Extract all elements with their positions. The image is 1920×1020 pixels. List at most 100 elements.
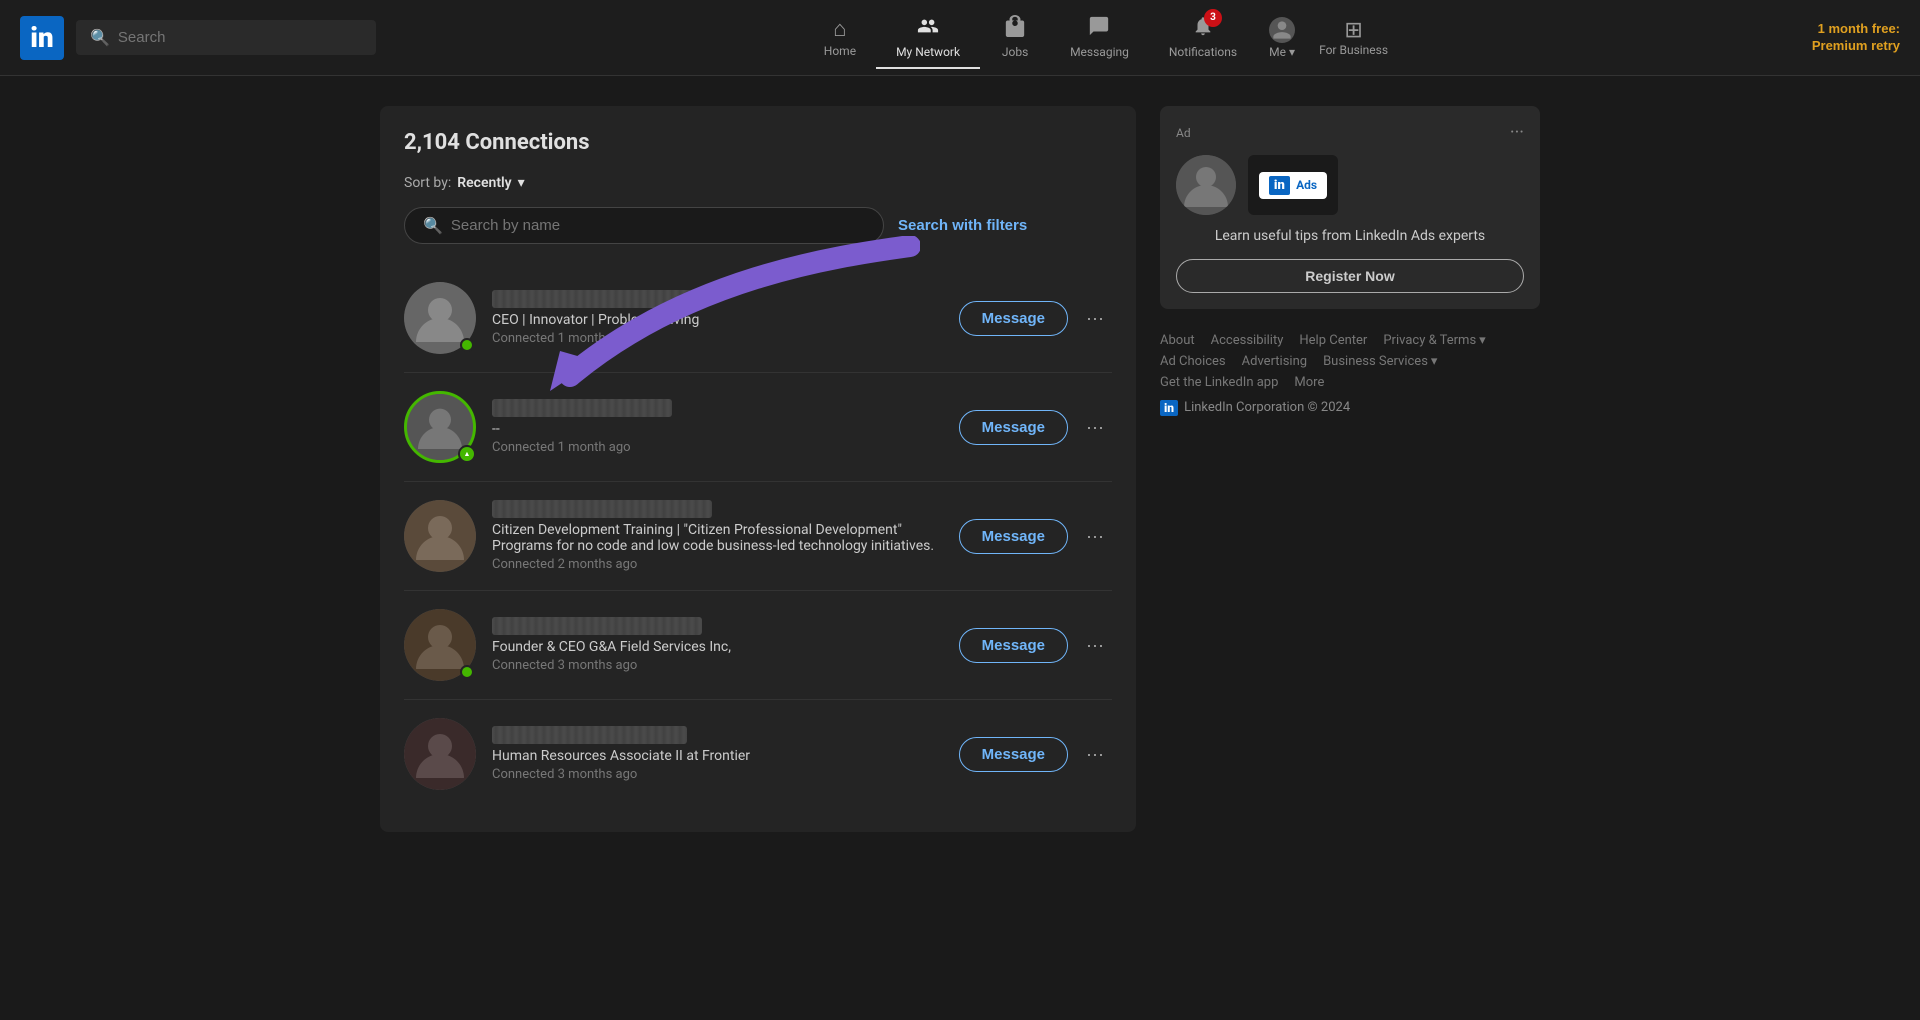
footer-copyright: LinkedIn Corporation © 2024	[1184, 400, 1350, 415]
footer-link-help-center[interactable]: Help Center	[1299, 333, 1367, 348]
name-row	[492, 726, 943, 744]
network-icon	[917, 15, 939, 43]
for-business-label: For Business	[1319, 43, 1388, 57]
ad-profile-avatar	[1176, 155, 1236, 215]
connection-name-blurred	[492, 500, 712, 518]
nav-item-messaging[interactable]: Messaging	[1050, 7, 1149, 69]
nav-right: 1 month free: Premium retry	[1804, 21, 1900, 55]
connection-actions: Message ···	[959, 737, 1112, 772]
avatar-wrap	[404, 609, 476, 681]
more-options-button[interactable]: ···	[1078, 413, 1112, 442]
online-indicator	[460, 665, 474, 679]
open-to-work-indicator: ▲	[458, 445, 476, 463]
ad-logo-box: in Ads	[1248, 155, 1338, 215]
footer-links-section: About Accessibility Help Center Privacy …	[1160, 325, 1540, 416]
search-box[interactable]: 🔍	[404, 207, 884, 244]
sort-chevron-icon: ▾	[518, 175, 525, 191]
ad-label: Ad	[1176, 126, 1191, 140]
message-button[interactable]: Message	[959, 410, 1068, 445]
nav-item-home-label: Home	[824, 44, 856, 58]
more-options-button[interactable]: ···	[1078, 522, 1112, 551]
connection-actions: Message ···	[959, 628, 1112, 663]
ad-more-button[interactable]: ···	[1510, 122, 1524, 143]
name-row	[492, 617, 943, 635]
bell-icon: 3	[1192, 15, 1214, 43]
grid-icon: ⊞	[1344, 18, 1362, 43]
connection-title: --	[492, 421, 943, 437]
connection-item: ▲ -- Connected 1 month ago Message ···	[404, 373, 1112, 482]
connection-item: Human Resources Associate II at Frontier…	[404, 700, 1112, 808]
footer-link-business-services[interactable]: Business Services ▾	[1323, 354, 1437, 369]
nav-search-input[interactable]	[118, 29, 362, 46]
connection-item: Citizen Development Training | "Citizen …	[404, 482, 1112, 591]
more-options-button[interactable]: ···	[1078, 631, 1112, 660]
nav-item-jobs[interactable]: Jobs	[980, 7, 1050, 69]
ad-subtext: Learn useful tips from LinkedIn Ads expe…	[1176, 227, 1524, 247]
nav-me-label: Me ▾	[1269, 45, 1295, 59]
sort-by-value[interactable]: Recently	[457, 175, 511, 191]
more-options-button[interactable]: ···	[1078, 740, 1112, 769]
footer-link-privacy-terms[interactable]: Privacy & Terms ▾	[1383, 333, 1485, 348]
connection-title: CEO | Innovator | Problem Solving	[492, 312, 943, 328]
connections-title: 2,104 Connections	[404, 130, 590, 155]
message-button[interactable]: Message	[959, 628, 1068, 663]
linkedin-ads-logo: in Ads	[1259, 172, 1327, 199]
nav-item-my-network[interactable]: My Network	[876, 7, 980, 69]
footer-link-ad-choices[interactable]: Ad Choices	[1160, 354, 1226, 369]
connection-info: Human Resources Associate II at Frontier…	[492, 726, 943, 782]
online-indicator	[460, 338, 474, 352]
connection-actions: Message ···	[959, 301, 1112, 336]
search-input[interactable]	[451, 217, 865, 234]
message-button[interactable]: Message	[959, 301, 1068, 336]
sort-row: Sort by: Recently ▾	[404, 175, 1112, 191]
premium-line1: 1 month free:	[1812, 21, 1900, 38]
nav-item-home[interactable]: ⌂ Home	[804, 8, 876, 68]
nav-item-messaging-label: Messaging	[1070, 45, 1129, 59]
nav-item-notifications[interactable]: 3 Notifications	[1149, 7, 1257, 69]
privacy-terms-chevron-icon: ▾	[1479, 333, 1486, 348]
navbar: in 🔍 ⌂ Home My Network Jobs Messaging	[0, 0, 1920, 76]
footer-link-more[interactable]: More	[1294, 375, 1324, 390]
message-button[interactable]: Message	[959, 519, 1068, 554]
ad-header: Ad ···	[1176, 122, 1524, 143]
nav-search-icon: 🔍	[90, 28, 110, 47]
nav-search-box[interactable]: 🔍	[76, 20, 376, 55]
connection-time: Connected 1 month ago	[492, 331, 943, 346]
nav-item-me[interactable]: Me ▾	[1257, 9, 1307, 67]
nav-item-for-business[interactable]: ⊞ For Business	[1307, 10, 1400, 65]
footer-link-accessibility[interactable]: Accessibility	[1211, 333, 1284, 348]
connection-time: Connected 3 months ago	[492, 658, 943, 673]
name-row	[492, 500, 943, 518]
ad-cta-button[interactable]: Register Now	[1176, 259, 1524, 293]
footer-link-get-app[interactable]: Get the LinkedIn app	[1160, 375, 1278, 390]
connections-header: 2,104 Connections	[404, 130, 1112, 155]
nav-item-jobs-label: Jobs	[1002, 45, 1028, 59]
search-filter-row: 🔍 Search with filters	[404, 207, 1112, 244]
connection-title: Human Resources Associate II at Frontier	[492, 748, 943, 764]
footer-link-advertising[interactable]: Advertising	[1242, 354, 1307, 369]
right-panel: Ad ··· in Ads Learn useful tips from Lin…	[1160, 106, 1540, 832]
nav-item-network-label: My Network	[896, 45, 960, 59]
footer-link-about[interactable]: About	[1160, 333, 1195, 348]
more-options-button[interactable]: ···	[1078, 304, 1112, 333]
search-icon: 🔍	[423, 216, 443, 235]
connection-time: Connected 1 month ago	[492, 440, 943, 455]
connection-name-blurred	[492, 726, 687, 744]
connection-info: Citizen Development Training | "Citizen …	[492, 500, 943, 572]
linkedin-logo[interactable]: in	[20, 16, 64, 60]
connection-title: Founder & CEO G&A Field Services Inc,	[492, 639, 943, 655]
connection-info: Founder & CEO G&A Field Services Inc, Co…	[492, 617, 943, 673]
me-avatar	[1269, 17, 1295, 43]
jobs-icon	[1004, 15, 1026, 43]
linkedin-footer-logo: in	[1160, 400, 1178, 416]
avatar-wrap	[404, 718, 476, 790]
avatar-wrap	[404, 282, 476, 354]
search-with-filters-button[interactable]: Search with filters	[898, 217, 1027, 234]
connection-title: Citizen Development Training | "Citizen …	[492, 522, 943, 554]
message-button[interactable]: Message	[959, 737, 1068, 772]
premium-retry-button[interactable]: 1 month free: Premium retry	[1812, 21, 1900, 55]
messaging-icon	[1088, 15, 1110, 43]
name-row	[492, 399, 943, 417]
name-row	[492, 290, 943, 308]
avatar-wrap: ▲	[404, 391, 476, 463]
